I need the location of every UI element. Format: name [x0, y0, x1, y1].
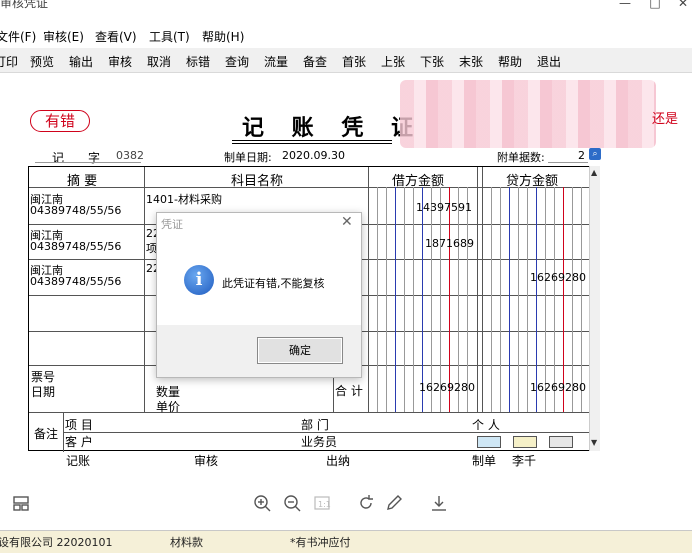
toolbar-exit-button[interactable]: 退出: [537, 53, 561, 70]
header-debit: 借方金额: [392, 174, 445, 189]
rotate-icon[interactable]: [357, 494, 375, 512]
toolbar-query-button[interactable]: 查询: [225, 53, 249, 70]
scroll-up-icon[interactable]: ▲: [591, 168, 597, 177]
footer-date-label: 日期: [31, 385, 56, 399]
toolbar-audit-button[interactable]: 审核: [108, 53, 132, 70]
tool-icon[interactable]: [549, 436, 573, 448]
toolbar-flow-button[interactable]: 流量: [264, 53, 288, 70]
voucher-scrollbar[interactable]: ▲ ▼: [589, 166, 600, 451]
viewer-toolbar: 1:1: [0, 486, 692, 522]
id-card-icon[interactable]: [513, 436, 537, 448]
toolbar-export-button[interactable]: 输出: [69, 53, 93, 70]
toolbar-last-button[interactable]: 末张: [459, 53, 483, 70]
sign-audit: 审核: [194, 454, 219, 468]
remarks-label: 备注: [34, 427, 59, 441]
attachments-underline: [548, 162, 588, 163]
row2-debit[interactable]: 1871689: [425, 237, 474, 250]
status-col2: 材料款: [170, 536, 203, 549]
row1-summary-line2[interactable]: 04389748/55/56: [30, 204, 121, 217]
project-label: 项 目: [65, 418, 93, 432]
window-title: 审核凭证: [0, 0, 49, 10]
voucher-date: 2020.09.30: [282, 149, 345, 162]
minimize-icon[interactable]: —: [618, 0, 632, 10]
close-window-icon[interactable]: ✕: [676, 0, 690, 10]
toolbar: 打印 预览 输出 审核 取消 标错 查询 流量 备查 首张 上张 下张 末张 帮…: [0, 48, 692, 73]
info-icon: i: [184, 265, 214, 295]
voucher-number: 0382: [116, 149, 144, 162]
customer-label: 客 户: [65, 435, 93, 449]
layout-icon[interactable]: [12, 494, 30, 512]
svg-text:1:1: 1:1: [318, 500, 331, 509]
dialog-title: 凭证: [161, 218, 183, 231]
toolbar-cancel-button[interactable]: 取消: [147, 53, 171, 70]
voucher-title: 记 账 凭 证: [242, 115, 423, 141]
row3-credit[interactable]: 16269280: [530, 271, 586, 284]
attachments-label: 附单据数:: [497, 151, 545, 164]
title-underline: [232, 140, 392, 141]
title-underline-2: [232, 143, 392, 144]
toolbar-next-button[interactable]: 下张: [420, 53, 444, 70]
menu-file[interactable]: 文件(F): [0, 28, 36, 45]
individual-label: 个 人: [472, 418, 500, 432]
dialog-message: 此凭证有错,不能复核: [222, 277, 325, 290]
background-table-row: 设有限公司 22020101 材料款 *有书冲应付: [0, 530, 692, 553]
redacted-area: [400, 80, 656, 148]
actual-size-icon[interactable]: 1:1: [313, 494, 331, 512]
voucher-type: 记: [52, 151, 65, 165]
total-label: 合 计: [335, 384, 363, 398]
dialog-body: i 此凭证有错,不能复核: [157, 235, 361, 325]
zoom-in-icon[interactable]: [253, 494, 271, 512]
total-debit: 16269280: [419, 381, 475, 394]
menu-help[interactable]: 帮助(H): [202, 28, 244, 45]
menu-bar: 文件(F) 审核(E) 查看(V) 工具(T) 帮助(H): [0, 26, 692, 46]
scroll-down-icon[interactable]: ▼: [591, 438, 597, 447]
toolbar-prev-button[interactable]: 上张: [381, 53, 405, 70]
toolbar-help-button[interactable]: 帮助: [498, 53, 522, 70]
menu-tools[interactable]: 工具(T): [149, 28, 190, 45]
status-col3: *有书冲应付: [290, 536, 351, 549]
error-dialog: 凭证 ✕ i 此凭证有错,不能复核 确定: [156, 212, 362, 378]
menu-audit[interactable]: 审核(E): [43, 28, 84, 45]
attachments-count: 2: [578, 149, 585, 162]
ok-button[interactable]: 确定: [257, 337, 343, 364]
row2-summary-line2[interactable]: 04389748/55/56: [30, 240, 121, 253]
redacted-tail-text: 还是: [652, 112, 679, 127]
download-icon[interactable]: [430, 494, 448, 512]
sign-preparer-label: 制单: [472, 454, 497, 468]
header-credit: 贷方金额: [506, 174, 559, 189]
zoom-out-icon[interactable]: [283, 494, 301, 512]
window-titlebar: 审核凭证 — □ ✕: [0, 0, 692, 12]
edit-pencil-icon[interactable]: [385, 494, 403, 512]
toolbar-memo-button[interactable]: 备查: [303, 53, 327, 70]
maximize-icon[interactable]: □: [648, 0, 662, 10]
sign-cashier: 出纳: [326, 454, 351, 468]
row3-summary-line2[interactable]: 04389748/55/56: [30, 275, 121, 288]
voucher-type-suffix: 字: [88, 151, 101, 165]
dialog-close-icon[interactable]: ✕: [341, 214, 353, 230]
header-account: 科目名称: [231, 174, 284, 189]
salesperson-label: 业务员: [301, 435, 338, 449]
department-label: 部 门: [301, 418, 329, 432]
sign-bookkeeping: 记账: [66, 454, 91, 468]
dialog-footer: 确定: [157, 325, 361, 377]
date-label: 制单日期:: [224, 151, 272, 164]
toolbar-first-button[interactable]: 首张: [342, 53, 366, 70]
sign-preparer: 李千: [512, 454, 537, 468]
card-icon[interactable]: [477, 436, 501, 448]
unit-price-label: 单价: [156, 400, 181, 414]
row1-account[interactable]: 1401-材料采购: [146, 191, 222, 207]
menu-view[interactable]: 查看(V): [95, 28, 137, 45]
error-badge: 有错: [30, 110, 90, 132]
status-col1: 设有限公司 22020101: [0, 536, 113, 549]
row1-debit[interactable]: 14397591: [416, 201, 472, 214]
voucher-number-underline: [35, 162, 141, 163]
toolbar-preview-button[interactable]: 预览: [30, 53, 54, 70]
toolbar-mark-error-button[interactable]: 标错: [186, 53, 210, 70]
toolbar-print-button[interactable]: 打印: [0, 53, 18, 70]
total-credit: 16269280: [530, 381, 586, 394]
magnifier-icon[interactable]: ⌕: [589, 148, 601, 160]
header-summary: 摘 要: [67, 174, 98, 189]
